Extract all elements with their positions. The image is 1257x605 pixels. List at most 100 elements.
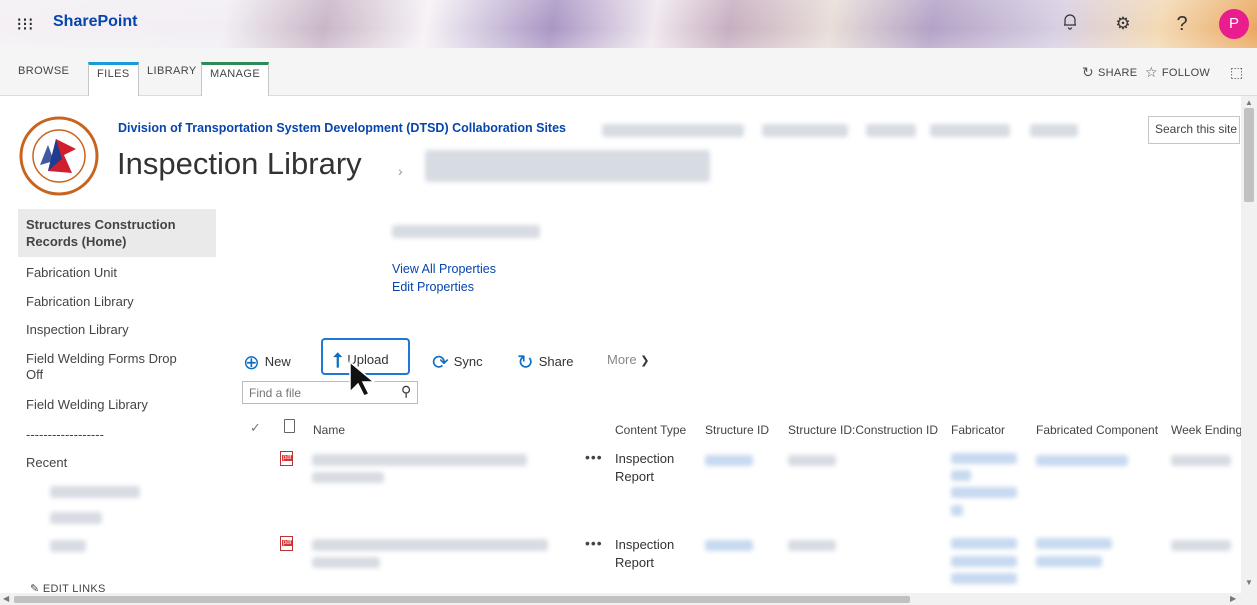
horizontal-scroll-thumb[interactable] — [14, 596, 910, 603]
tab-files-label: FILES — [97, 68, 130, 80]
column-structure-id[interactable]: Structure ID — [705, 423, 769, 437]
column-week-ending[interactable]: Week Ending — [1171, 423, 1242, 437]
page-title: Inspection Library — [117, 146, 362, 181]
blurred-recent-1[interactable] — [50, 486, 140, 498]
new-button[interactable]: ⊕ New — [243, 350, 291, 375]
blurred-component[interactable] — [1036, 538, 1112, 549]
blurred-top-nav-1[interactable] — [602, 124, 744, 137]
scroll-down-arrow-icon[interactable]: ▼ — [1245, 578, 1253, 587]
share-link[interactable]: ↻ SHARE — [1082, 64, 1137, 81]
blurred-structure-id[interactable] — [705, 455, 753, 466]
blurred-top-nav-5[interactable] — [1030, 124, 1078, 137]
blurred-fabricator-3[interactable] — [951, 487, 1017, 498]
blurred-filename[interactable] — [312, 539, 548, 551]
blurred-top-nav-4[interactable] — [930, 124, 1010, 137]
row-menu-ellipsis[interactable]: ••• — [585, 535, 603, 551]
blurred-description — [392, 225, 540, 238]
site-logo[interactable] — [18, 115, 100, 197]
brand-link[interactable]: SharePoint — [53, 13, 137, 31]
nav-item-field-welding-forms[interactable]: Field Welding Forms Drop Off — [26, 351, 196, 383]
star-icon: ☆ — [1145, 64, 1158, 80]
new-label: New — [264, 354, 291, 369]
nav-item-inspection-library[interactable]: Inspection Library — [26, 322, 129, 338]
search-placeholder: Search this site — [1155, 122, 1238, 136]
nav-item-home[interactable]: Structures Construction Records (Home) — [26, 216, 206, 250]
blurred-week-ending — [1171, 540, 1231, 551]
edit-properties-link[interactable]: Edit Properties — [392, 280, 474, 294]
tab-manage[interactable]: MANAGE — [201, 62, 270, 96]
blurred-fabricator[interactable] — [951, 538, 1017, 549]
nav-item-field-welding-library[interactable]: Field Welding Library — [26, 397, 148, 413]
column-structure-construction-id[interactable]: Structure ID:Construction ID — [788, 423, 938, 437]
breadcrumb-separator: › — [398, 163, 403, 179]
gear-icon[interactable]: ⚙ — [1111, 12, 1135, 36]
blurred-recent-3[interactable] — [50, 540, 86, 552]
view-all-properties-link[interactable]: View All Properties — [392, 262, 496, 276]
column-fabricated-component[interactable]: Fabricated Component — [1036, 423, 1158, 437]
select-all-checkmark[interactable]: ✓ — [250, 420, 261, 436]
help-icon[interactable]: ? — [1170, 12, 1194, 36]
column-name[interactable]: Name — [313, 423, 345, 437]
blurred-fabricator-3[interactable] — [951, 573, 1017, 584]
blurred-construction-id — [788, 455, 836, 466]
blurred-top-nav-3[interactable] — [866, 124, 916, 137]
more-label: More — [607, 352, 637, 367]
column-fabricator[interactable]: Fabricator — [951, 423, 1005, 437]
tab-manage-label: MANAGE — [210, 68, 261, 80]
share-label: SHARE — [1098, 67, 1138, 79]
pdf-icon: pdf — [280, 536, 293, 551]
plus-circle-icon: ⊕ — [243, 352, 260, 374]
sync-button[interactable]: ⟳ Sync — [432, 350, 483, 375]
blurred-filename[interactable] — [312, 454, 527, 466]
scroll-left-arrow-icon[interactable]: ◀ — [3, 594, 9, 603]
blurred-fabricator-4[interactable] — [951, 505, 963, 516]
bell-icon[interactable] — [1058, 12, 1082, 36]
nav-divider: ------------------ — [26, 427, 104, 442]
blurred-component[interactable] — [1036, 455, 1128, 466]
find-file-box: ⚲ — [242, 381, 418, 404]
tab-files[interactable]: FILES — [88, 62, 139, 96]
search-input[interactable]: Search this site — [1148, 116, 1240, 144]
follow-link[interactable]: ☆ FOLLOW — [1145, 64, 1210, 81]
tab-library[interactable]: LIBRARY — [147, 65, 197, 77]
sync-icon: ⟳ — [432, 352, 449, 374]
blurred-fabricator-2[interactable] — [951, 470, 971, 481]
column-content-type[interactable]: Content Type — [615, 423, 686, 437]
search-icon[interactable]: ⚲ — [401, 383, 411, 400]
pdf-icon: pdf — [280, 451, 293, 466]
content-type-line1: Inspection — [615, 537, 675, 552]
blurred-top-nav-2[interactable] — [762, 124, 848, 137]
share-label: Share — [538, 354, 574, 369]
blurred-fabricator[interactable] — [951, 453, 1017, 464]
nav-item-fabrication-unit[interactable]: Fabrication Unit — [26, 265, 117, 281]
site-link[interactable]: Division of Transportation System Develo… — [118, 121, 566, 135]
blurred-component-2[interactable] — [1036, 556, 1102, 567]
focus-content-icon[interactable]: ⬚ — [1230, 64, 1244, 81]
file-type-icon — [284, 419, 295, 433]
suite-bar: ⁝⁝⁝ SharePoint ⚙ ? P — [0, 0, 1257, 48]
avatar[interactable]: P — [1219, 9, 1249, 39]
nav-item-fabrication-library[interactable]: Fabrication Library — [26, 294, 134, 310]
blurred-filename-line2[interactable] — [312, 557, 380, 568]
share-icon: ↻ — [1082, 64, 1095, 80]
blurred-recent-2[interactable] — [50, 512, 102, 524]
blurred-structure-id[interactable] — [705, 540, 753, 551]
scroll-up-arrow-icon[interactable]: ▲ — [1245, 98, 1253, 107]
upload-icon: ⭡ — [333, 350, 343, 372]
waffle-icon[interactable]: ⁝⁝⁝ — [14, 13, 36, 35]
content-type-line1: Inspection — [615, 451, 675, 466]
blurred-construction-id — [788, 540, 836, 551]
share-button[interactable]: ↻ Share — [517, 350, 573, 375]
more-button[interactable]: More ❯ — [607, 352, 649, 367]
blurred-fabricator-2[interactable] — [951, 556, 1017, 567]
row-menu-ellipsis[interactable]: ••• — [585, 449, 603, 465]
share-circle-icon: ↻ — [517, 352, 534, 374]
scroll-right-arrow-icon[interactable]: ▶ — [1230, 594, 1236, 603]
blurred-filename-line2[interactable] — [312, 472, 384, 483]
tab-browse[interactable]: BROWSE — [18, 65, 69, 77]
ribbon: BROWSE FILES LIBRARY MANAGE ↻ SHARE ☆ FOLL… — [0, 48, 1257, 96]
blurred-breadcrumb — [425, 150, 710, 182]
follow-label: FOLLOW — [1161, 67, 1211, 79]
vertical-scroll-thumb[interactable] — [1244, 108, 1254, 202]
nav-item-recent: Recent — [26, 455, 68, 470]
